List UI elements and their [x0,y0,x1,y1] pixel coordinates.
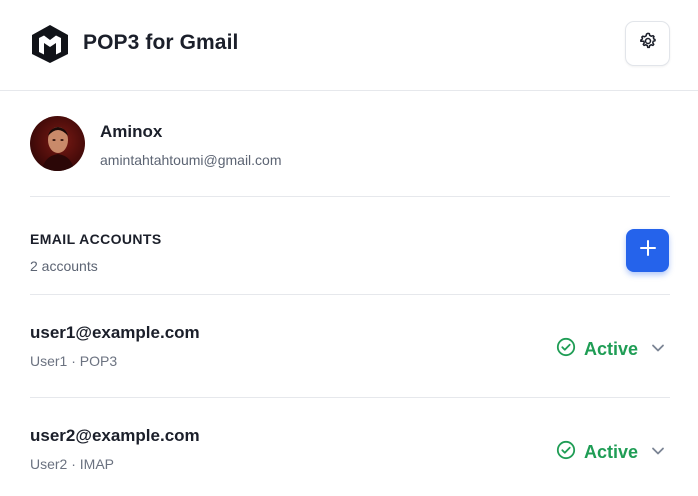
user-email: amintahtahtoumi@gmail.com [100,152,282,168]
plus-icon [639,239,657,262]
settings-button[interactable] [625,21,670,66]
account-email: user2@example.com [30,426,200,445]
status-badge: Active [556,440,638,464]
chevron-down-icon[interactable] [650,340,666,356]
accounts-count: 2 accounts [30,258,98,274]
add-account-button[interactable] [626,229,669,272]
account-meta: User2 · IMAP [30,456,115,472]
status-label: Active [584,441,639,462]
divider [30,196,670,197]
status-label: Active [584,338,639,359]
account-email: user1@example.com [30,323,200,342]
user-name: Aminox [100,122,163,141]
chevron-down-icon[interactable] [650,443,666,459]
gear-icon [638,31,658,56]
avatar [30,116,85,171]
app-logo-icon [30,24,70,64]
divider [30,294,670,295]
check-circle-icon [556,337,576,362]
section-title: EMAIL ACCOUNTS [30,231,162,247]
status-badge: Active [556,337,638,361]
account-meta: User1 · POP3 [30,353,118,369]
account-row[interactable]: user2@example.com User2 · IMAP Active [30,426,670,496]
user-profile: Aminox amintahtahtoumi@gmail.com [30,116,670,176]
check-circle-icon [556,440,576,465]
app-window: POP3 for Gmail Aminox amintahtahtoumi@gm… [0,0,698,496]
header: POP3 for Gmail [0,0,698,91]
account-row[interactable]: user1@example.com User1 · POP3 Active [30,323,670,393]
app-title: POP3 for Gmail [83,31,239,54]
divider [30,397,670,398]
